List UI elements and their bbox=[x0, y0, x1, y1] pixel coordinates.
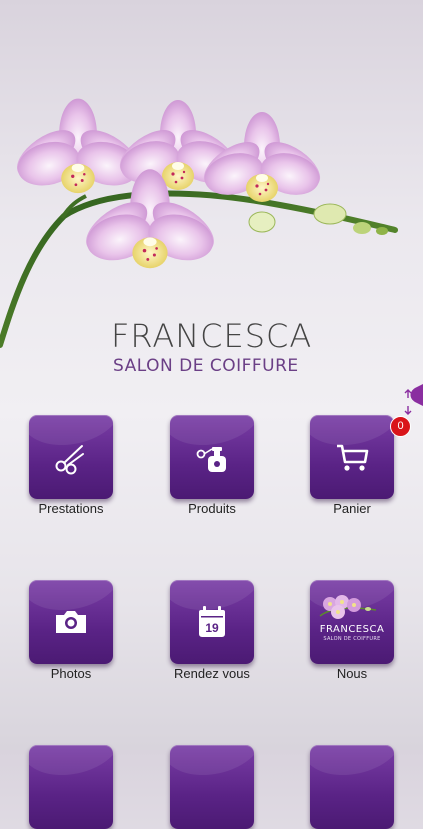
prestations-button[interactable] bbox=[29, 415, 113, 499]
perfume-icon bbox=[196, 447, 226, 472]
calendar-day-number: 19 bbox=[205, 621, 219, 635]
rendez-vous-label: Rendez vous bbox=[174, 666, 250, 681]
menu-tile-row3-col1[interactable] bbox=[29, 745, 113, 829]
menu-tile-row3-col2[interactable] bbox=[170, 745, 254, 829]
brand-subtitle: SALON DE COIFFURE bbox=[113, 356, 299, 376]
prestations-label: Prestations bbox=[38, 501, 104, 516]
camera-icon bbox=[56, 611, 86, 633]
produits-label: Produits bbox=[188, 501, 236, 516]
nous-thumb-title: FRANCESCA bbox=[319, 624, 385, 635]
nous-button[interactable]: FRANCESCA SALON DE COIFFURE bbox=[310, 580, 394, 664]
panier-label: Panier bbox=[333, 501, 371, 516]
photos-button[interactable] bbox=[29, 580, 113, 664]
nous-label: Nous bbox=[336, 666, 368, 681]
photos-label: Photos bbox=[50, 666, 92, 681]
cart-icon bbox=[337, 444, 369, 471]
side-drawer-handle[interactable] bbox=[403, 384, 423, 420]
rendez-vous-button[interactable]: 19 bbox=[170, 580, 254, 664]
scissors-icon bbox=[55, 445, 84, 475]
cart-count-badge: 0 bbox=[390, 416, 411, 437]
nous-thumb-subtitle: SALON DE COIFFURE bbox=[323, 636, 381, 642]
produits-button[interactable] bbox=[170, 415, 254, 499]
brand-title: FRANCESCA bbox=[111, 317, 313, 355]
menu-tile-row3-col3[interactable] bbox=[310, 745, 394, 829]
panier-button[interactable] bbox=[310, 415, 394, 499]
calendar-icon: 19 bbox=[199, 606, 225, 637]
